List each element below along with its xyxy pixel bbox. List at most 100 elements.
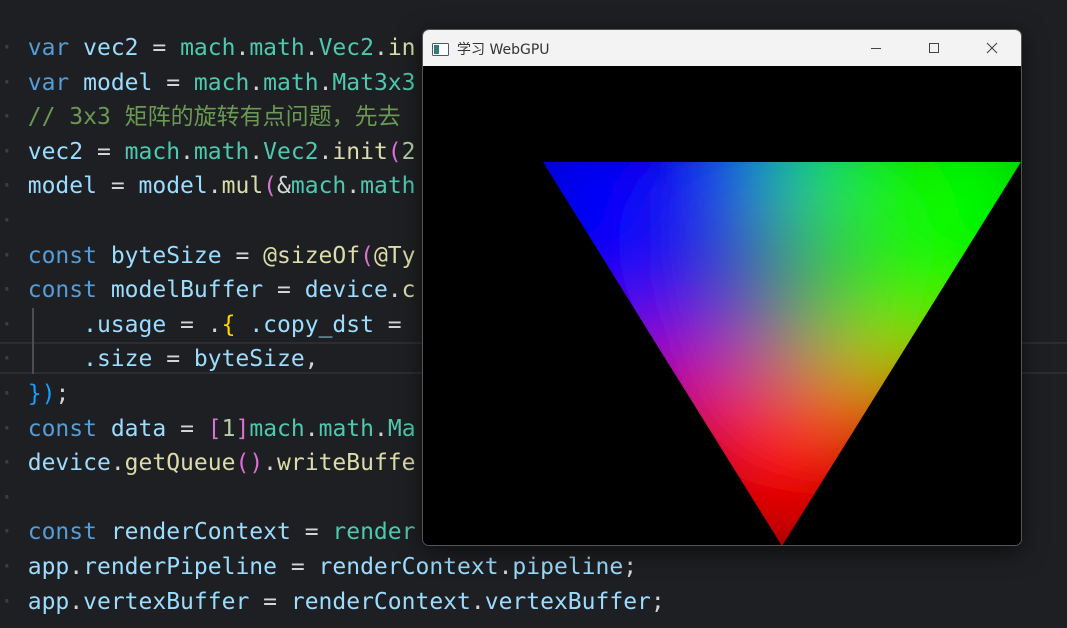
code-token: .: [498, 554, 513, 580]
whitespace-marker: ·: [0, 208, 14, 234]
code-token: const: [27, 519, 97, 546]
code-token: ): [249, 450, 264, 477]
code-line[interactable]: · const renderContext = render: [0, 515, 415, 549]
code-token: device: [27, 450, 111, 477]
code-token: const: [27, 415, 97, 442]
code-line[interactable]: · var model = mach.math.Mat3x3: [0, 66, 416, 100]
code-token: renderContext: [110, 519, 291, 546]
code-line[interactable]: · var vec2 = mach.math.Vec2.in: [0, 31, 416, 65]
maximize-button[interactable]: [905, 30, 963, 66]
rendered-triangle-view: [543, 162, 1021, 545]
minimize-button[interactable]: [847, 30, 905, 66]
code-line[interactable]: · vec2 = mach.math.Vec2.init(2: [0, 135, 416, 169]
code-token: c: [401, 277, 416, 304]
code-token: Vec2: [263, 138, 319, 165]
code-token: const: [27, 277, 97, 304]
code-token: mach: [124, 138, 181, 165]
code-token: =: [373, 311, 416, 338]
code-token: mach: [249, 415, 305, 442]
code-token: vec2: [27, 138, 84, 165]
code-token: .: [304, 35, 319, 61]
whitespace-marker: ·: [0, 277, 14, 304]
code-token: .: [387, 277, 402, 304]
window-titlebar[interactable]: 学习 WebGPU: [423, 30, 1021, 66]
code-token: model: [138, 173, 208, 200]
code-token: }: [27, 381, 42, 407]
code-token: .: [318, 138, 333, 165]
code-token: .: [373, 415, 388, 442]
whitespace-marker: ·: [0, 519, 14, 546]
code-token: .: [249, 69, 264, 96]
code-line[interactable]: ·: [0, 204, 28, 238]
whitespace-marker: ·: [0, 104, 14, 131]
whitespace-marker: ·: [0, 346, 14, 373]
webgpu-canvas[interactable]: [423, 66, 1021, 545]
code-token: ;: [623, 554, 638, 580]
code-token: vertexBuffer: [83, 588, 250, 615]
code-token: renderContext: [318, 554, 499, 580]
code-token: // 3x3 矩阵的旋转有点问题，先去: [27, 104, 401, 131]
maximize-icon: [929, 43, 939, 53]
whitespace-marker: ·: [0, 242, 14, 269]
code-token: model: [83, 69, 153, 96]
window-title: 学习 WebGPU: [457, 42, 550, 58]
code-token: .: [69, 588, 84, 615]
code-token: var: [27, 69, 70, 96]
code-token: 2: [401, 138, 416, 165]
code-line[interactable]: · });: [0, 377, 69, 411]
code-token: math: [193, 138, 250, 165]
code-line[interactable]: · // 3x3 矩阵的旋转有点问题，先去: [0, 100, 401, 134]
code-token: ,: [304, 346, 319, 373]
code-line[interactable]: · const data = [1]mach.math.Ma: [0, 412, 416, 446]
code-token: var: [27, 35, 70, 61]
code-token: const: [27, 242, 97, 269]
code-token: writeBuffe: [277, 450, 416, 477]
window-app-icon: [432, 41, 449, 56]
code-token: .usage: [27, 311, 167, 338]
webgpu-app-window[interactable]: 学习 WebGPU: [422, 29, 1022, 546]
code-token: =: [138, 35, 181, 61]
code-token: ]: [235, 415, 250, 442]
whitespace-marker: ·: [0, 415, 14, 442]
code-token: .copy_dst: [249, 311, 374, 338]
code-line[interactable]: · app.renderPipeline = renderContext.pip…: [0, 550, 637, 584]
code-line[interactable]: · app.vertexBuffer = renderContext.verte…: [0, 585, 665, 619]
code-token: mul: [221, 173, 264, 200]
whitespace-marker: ·: [0, 588, 14, 615]
code-token: modelBuffer: [110, 277, 264, 304]
code-token: byteSize: [110, 242, 222, 269]
code-token: .: [346, 173, 361, 200]
code-line[interactable]: · const byteSize = @sizeOf(@Ty: [0, 239, 416, 273]
whitespace-marker: ·: [0, 173, 14, 200]
whitespace-marker: ·: [0, 450, 14, 477]
code-line[interactable]: · .size = byteSize,: [0, 342, 319, 376]
code-token: app: [27, 588, 70, 615]
code-token: pipeline: [512, 554, 624, 580]
code-line[interactable]: · device.getQueue().writeBuffe: [0, 446, 416, 480]
code-line[interactable]: ·: [0, 481, 28, 515]
code-line[interactable]: · model = model.mul(&mach.math: [0, 169, 416, 203]
code-token: mach: [180, 35, 236, 61]
code-token: Mat3x3: [332, 69, 416, 96]
code-line[interactable]: · const modelBuffer = device.c: [0, 273, 416, 307]
code-token: .: [69, 554, 84, 580]
code-line[interactable]: · .usage = .{ .copy_dst =: [0, 308, 416, 342]
code-token: .: [318, 69, 333, 96]
code-token: math: [318, 415, 374, 442]
code-token: =: [263, 277, 305, 304]
code-token: Vec2: [318, 35, 374, 61]
code-token: init: [332, 138, 388, 165]
code-token: .: [249, 138, 264, 165]
close-button[interactable]: [963, 30, 1021, 66]
code-token: math: [249, 35, 305, 61]
